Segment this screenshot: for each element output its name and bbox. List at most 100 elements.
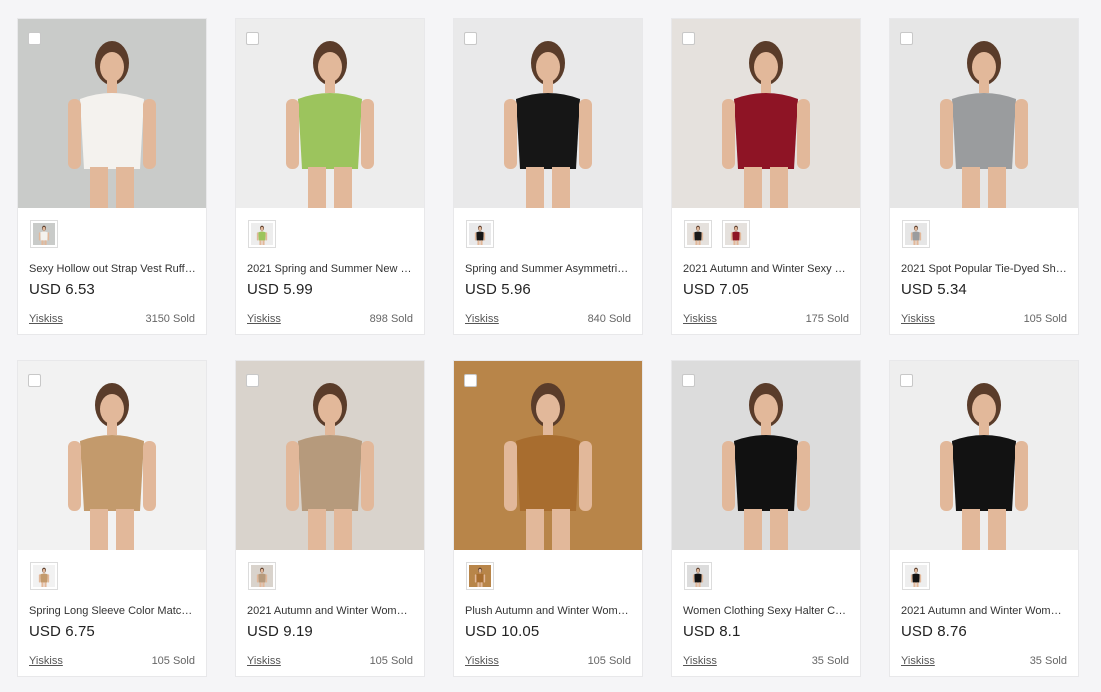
product-price: USD 7.05 [683, 281, 749, 298]
select-checkbox[interactable] [464, 32, 477, 45]
color-swatches [30, 562, 58, 590]
product-photo [18, 361, 206, 550]
product-image[interactable] [18, 361, 206, 550]
color-swatches [466, 220, 494, 248]
color-swatch[interactable] [30, 220, 58, 248]
product-title[interactable]: 2021 Autumn and Winter Wom… [247, 605, 415, 617]
product-image[interactable] [236, 361, 424, 550]
sold-count: 35 Sold [811, 655, 849, 667]
seller-link[interactable]: Yiskiss [465, 655, 499, 667]
seller-link[interactable]: Yiskiss [29, 313, 63, 325]
product-price: USD 5.99 [247, 281, 313, 298]
product-image[interactable] [890, 19, 1078, 208]
product-image[interactable] [672, 361, 860, 550]
product-title[interactable]: 2021 Autumn and Winter Wom… [901, 605, 1069, 617]
sold-count: 898 Sold [369, 313, 413, 325]
color-swatch[interactable] [248, 220, 276, 248]
product-photo [672, 361, 860, 550]
select-checkbox[interactable] [28, 374, 41, 387]
product-title[interactable]: Sexy Hollow out Strap Vest Ruff… [29, 263, 197, 275]
product-photo [890, 19, 1078, 208]
sold-count: 105 Sold [151, 655, 195, 667]
color-swatch[interactable] [902, 220, 930, 248]
product-title[interactable]: Plush Autumn and Winter Wom… [465, 605, 633, 617]
product-card[interactable]: 2021 Spring and Summer New … USD 5.99 Yi… [235, 18, 425, 335]
product-photo [236, 19, 424, 208]
color-swatches [466, 562, 494, 590]
product-card[interactable]: Women Clothing Sexy Halter C… USD 8.1 Yi… [671, 360, 861, 677]
sold-count: 35 Sold [1029, 655, 1067, 667]
product-title[interactable]: 2021 Autumn and Winter Sexy … [683, 263, 851, 275]
select-checkbox[interactable] [246, 374, 259, 387]
select-checkbox[interactable] [900, 374, 913, 387]
product-photo [236, 361, 424, 550]
color-swatch[interactable] [466, 220, 494, 248]
color-swatches [684, 562, 712, 590]
sold-count: 105 Sold [1023, 313, 1067, 325]
color-swatches [248, 562, 276, 590]
product-price: USD 8.1 [683, 623, 741, 640]
product-card[interactable]: Spring Long Sleeve Color Matc… USD 6.75 … [17, 360, 207, 677]
product-photo [672, 19, 860, 208]
seller-link[interactable]: Yiskiss [901, 313, 935, 325]
product-photo [454, 361, 642, 550]
product-title[interactable]: Spring and Summer Asymmetri… [465, 263, 633, 275]
select-checkbox[interactable] [246, 32, 259, 45]
color-swatches [248, 220, 276, 248]
product-title[interactable]: 2021 Spot Popular Tie-Dyed Sh… [901, 263, 1069, 275]
product-card[interactable]: 2021 Spot Popular Tie-Dyed Sh… USD 5.34 … [889, 18, 1079, 335]
product-image[interactable] [18, 19, 206, 208]
product-price: USD 5.96 [465, 281, 531, 298]
seller-link[interactable]: Yiskiss [683, 313, 717, 325]
color-swatches [902, 562, 930, 590]
select-checkbox[interactable] [682, 32, 695, 45]
product-card[interactable]: 2021 Autumn and Winter Wom… USD 9.19 Yis… [235, 360, 425, 677]
product-price: USD 6.53 [29, 281, 95, 298]
color-swatches [30, 220, 58, 248]
product-image[interactable] [236, 19, 424, 208]
color-swatch[interactable] [684, 220, 712, 248]
product-title[interactable]: 2021 Spring and Summer New … [247, 263, 415, 275]
color-swatch[interactable] [684, 562, 712, 590]
color-swatch[interactable] [902, 562, 930, 590]
select-checkbox[interactable] [900, 32, 913, 45]
product-card[interactable]: Spring and Summer Asymmetri… USD 5.96 Yi… [453, 18, 643, 335]
seller-link[interactable]: Yiskiss [465, 313, 499, 325]
sold-count: 3150 Sold [145, 313, 195, 325]
product-image[interactable] [454, 19, 642, 208]
sold-count: 840 Sold [587, 313, 631, 325]
product-card[interactable]: 2021 Autumn and Winter Wom… USD 8.76 Yis… [889, 360, 1079, 677]
product-title[interactable]: Spring Long Sleeve Color Matc… [29, 605, 197, 617]
seller-link[interactable]: Yiskiss [247, 655, 281, 667]
product-photo [890, 361, 1078, 550]
seller-link[interactable]: Yiskiss [29, 655, 63, 667]
select-checkbox[interactable] [28, 32, 41, 45]
color-swatches [902, 220, 930, 248]
color-swatch[interactable] [466, 562, 494, 590]
select-checkbox[interactable] [464, 374, 477, 387]
product-image[interactable] [890, 361, 1078, 550]
seller-link[interactable]: Yiskiss [683, 655, 717, 667]
product-price: USD 9.19 [247, 623, 313, 640]
color-swatch[interactable] [30, 562, 58, 590]
product-card[interactable]: Sexy Hollow out Strap Vest Ruff… USD 6.5… [17, 18, 207, 335]
product-photo [18, 19, 206, 208]
product-card[interactable]: 2021 Autumn and Winter Sexy … USD 7.05 Y… [671, 18, 861, 335]
color-swatches [684, 220, 750, 248]
product-image[interactable] [454, 361, 642, 550]
color-swatch[interactable] [248, 562, 276, 590]
product-grid: Sexy Hollow out Strap Vest Ruff… USD 6.5… [17, 18, 1081, 677]
color-swatch[interactable] [722, 220, 750, 248]
seller-link[interactable]: Yiskiss [901, 655, 935, 667]
product-image[interactable] [672, 19, 860, 208]
sold-count: 105 Sold [369, 655, 413, 667]
product-card[interactable]: Plush Autumn and Winter Wom… USD 10.05 Y… [453, 360, 643, 677]
product-price: USD 10.05 [465, 623, 540, 640]
sold-count: 105 Sold [587, 655, 631, 667]
product-title[interactable]: Women Clothing Sexy Halter C… [683, 605, 851, 617]
select-checkbox[interactable] [682, 374, 695, 387]
product-price: USD 5.34 [901, 281, 967, 298]
product-price: USD 6.75 [29, 623, 95, 640]
seller-link[interactable]: Yiskiss [247, 313, 281, 325]
product-photo [454, 19, 642, 208]
